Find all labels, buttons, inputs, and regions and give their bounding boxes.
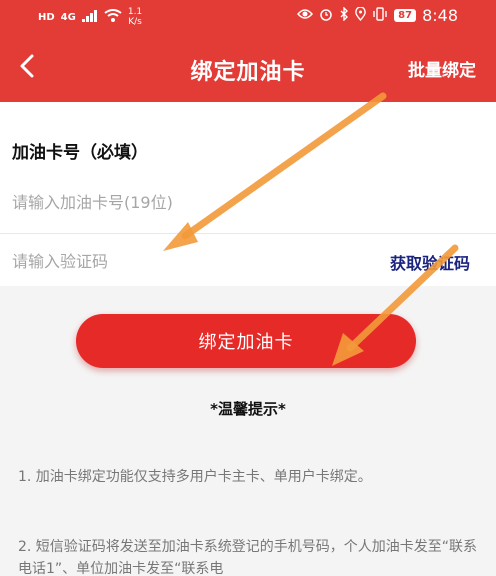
- speed-value: 1.1: [127, 7, 143, 17]
- clock: 8:48: [422, 6, 458, 25]
- back-button[interactable]: [8, 46, 48, 86]
- tip-item: 1. 加油卡绑定功能仅支持多用户卡主卡、单用户卡绑定。: [18, 469, 372, 485]
- app-header: HD 4G 1.1 K/s 87 8:48 绑定加油卡 批量绑定: [0, 0, 496, 102]
- speed-unit: K/s: [128, 17, 142, 27]
- card-number-input[interactable]: [12, 187, 482, 217]
- location-icon: [355, 5, 366, 25]
- card-number-label: 加油卡号（必填）: [12, 143, 148, 163]
- bluetooth-icon: [339, 5, 349, 25]
- status-right: 87 8:48: [297, 5, 458, 25]
- tip-item: 2. 短信验证码将发送至加油卡系统登记的手机号码，个人加油卡发至“联系电话1”、…: [18, 539, 478, 576]
- eye-icon: [297, 8, 314, 24]
- verification-code-input[interactable]: [12, 246, 342, 276]
- network-speed: 1.1 K/s: [128, 7, 142, 27]
- chevron-left-icon: [8, 54, 48, 90]
- nav-bar: 绑定加油卡 批量绑定: [0, 34, 496, 102]
- tips-title: *温馨提示*: [210, 400, 286, 418]
- status-left: HD 4G 1.1 K/s: [38, 7, 142, 27]
- network-badge: HD: [38, 11, 55, 23]
- get-code-button[interactable]: 获取验证码: [390, 250, 470, 274]
- status-bar: HD 4G 1.1 K/s 87 8:48: [0, 0, 496, 34]
- bind-form: 加油卡号（必填） 获取验证码: [0, 102, 496, 286]
- battery-level: 87: [394, 9, 417, 22]
- vibrate-icon: [372, 6, 388, 25]
- wifi-icon: [104, 9, 122, 25]
- batch-bind-button[interactable]: 批量绑定: [408, 56, 476, 81]
- bind-card-button[interactable]: 绑定加油卡: [76, 314, 416, 368]
- divider: [0, 233, 496, 234]
- signal-badge: 4G: [60, 11, 76, 23]
- alarm-icon: [319, 7, 333, 25]
- signal-icon: [81, 9, 98, 25]
